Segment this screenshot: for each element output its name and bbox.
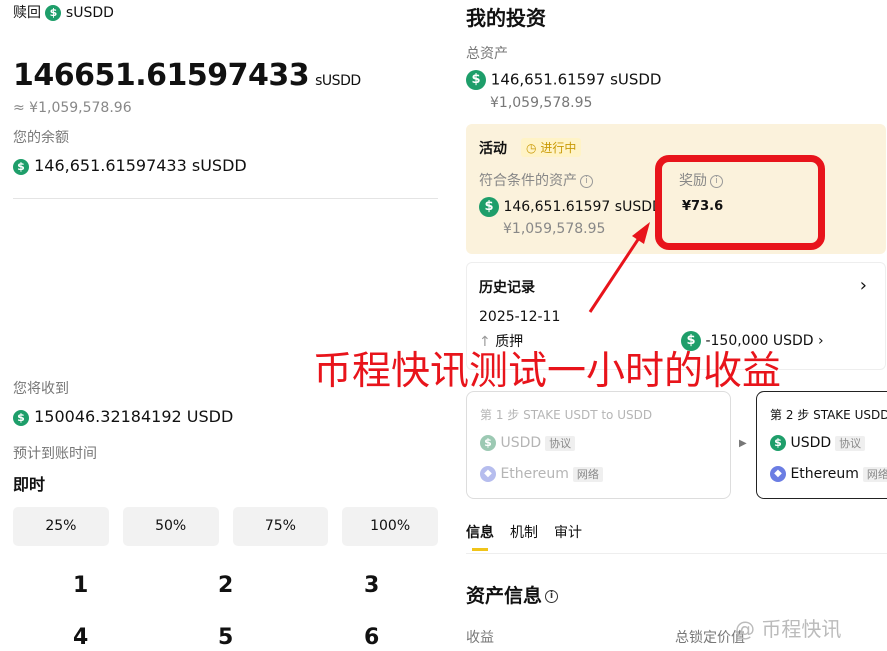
balance-value: $ 146,651.61597433 sUSDD: [13, 156, 247, 175]
receive-value: $ 150046.32184192 USDD: [13, 407, 233, 426]
history-date: 2025-12-11: [479, 309, 561, 325]
eta-label: 预计到账时间: [13, 446, 97, 462]
balance-amount: 146,651.61597433 sUSDD: [34, 156, 247, 175]
info-icon[interactable]: i: [580, 174, 593, 188]
step-1-token-text: USDD: [500, 435, 542, 451]
investment-panel: 我的投资 总资产 $ 146,651.61597 sUSDD ¥1,059,57…: [450, 0, 887, 651]
status-badge: ◷ 进行中: [521, 138, 582, 157]
protocol-tag: 协议: [545, 436, 576, 451]
status-text: 进行中: [540, 141, 577, 155]
keypad-key-4[interactable]: 4: [73, 625, 88, 650]
percent-50-button[interactable]: 50%: [122, 507, 219, 546]
susdd-coin-icon: $: [466, 70, 486, 90]
percent-100-button[interactable]: 100%: [342, 507, 438, 546]
percent-buttons: 25% 50% 75% 100%: [13, 507, 438, 546]
eligible-value: $ 146,651.61597 sUSDD: [479, 197, 663, 217]
tab-info[interactable]: 信息: [466, 522, 494, 551]
asset-info-title: 资产信息 i: [466, 581, 559, 608]
step-1-title: 第 1 步 STAKE USDT to USDD: [480, 408, 653, 422]
eligible-fiat: ¥1,059,578.95: [503, 221, 606, 237]
overlay-caption: 币程快讯测试一小时的收益: [313, 349, 782, 394]
page-title: 我的投资: [466, 6, 546, 30]
amount-fiat: ≈ ¥1,059,578.96: [13, 100, 132, 116]
divider: [13, 198, 438, 199]
watermark: @ 币程快讯: [735, 617, 842, 641]
history-title: 历史记录: [479, 280, 535, 296]
step-2-title: 第 2 步 STAKE USDD: [770, 408, 887, 422]
info-icon[interactable]: i: [545, 590, 559, 603]
step-2-network: ◆ Ethereum 网络: [770, 466, 887, 482]
usdd-coin-icon: $: [480, 435, 496, 451]
chevron-right-icon: ›: [818, 333, 824, 349]
eligible-label-text: 符合条件的资产: [479, 173, 577, 189]
chevron-right-icon[interactable]: ›: [860, 275, 867, 296]
total-assets-fiat: ¥1,059,578.95: [490, 95, 593, 111]
activity-title: 活动: [479, 141, 507, 157]
eligible-amount: 146,651.61597 sUSDD: [503, 199, 663, 215]
redeem-token: sUSDD: [65, 5, 114, 21]
step-2-network-text: Ethereum: [790, 466, 859, 482]
tab-mechanism[interactable]: 机制: [510, 522, 538, 551]
step-1-card[interactable]: 第 1 步 STAKE USDT to USDD $ USDD 协议 ◆ Ethe…: [466, 391, 731, 499]
redeem-label: 赎回: [13, 5, 41, 21]
step-2-token: $ USDD 协议: [770, 435, 866, 451]
tab-divider: [466, 553, 887, 554]
redeem-header: 赎回 $ sUSDD: [13, 2, 114, 22]
keypad-key-5[interactable]: 5: [218, 625, 233, 650]
percent-75-button[interactable]: 75%: [232, 507, 329, 546]
ethereum-icon: ◆: [770, 466, 786, 482]
receive-amount: 150046.32184192 USDD: [34, 407, 234, 426]
step-1-network-text: Ethereum: [500, 466, 569, 482]
step-1-token: $ USDD 协议: [480, 435, 576, 451]
susdd-coin-icon: $: [45, 5, 62, 21]
caret-right-icon: ▶: [739, 438, 747, 449]
usdd-coin-icon: $: [13, 409, 29, 426]
yield-label: 收益: [466, 630, 494, 646]
amount-value: 146651.61597433: [13, 58, 310, 93]
asset-info-title-text: 资产信息: [466, 585, 543, 607]
clock-icon: ◷: [526, 141, 537, 155]
percent-25-button[interactable]: 25%: [13, 507, 109, 546]
receive-label: 您将收到: [13, 381, 69, 397]
step-2-card[interactable]: 第 2 步 STAKE USDD $ USDD 协议 ◆ Ethereum 网络: [756, 391, 887, 499]
info-tabs: 信息 机制 审计: [466, 522, 582, 551]
balance-label: 您的余额: [13, 130, 69, 146]
keypad-key-1[interactable]: 1: [73, 573, 88, 598]
tab-audit[interactable]: 审计: [554, 522, 582, 551]
keypad-key-3[interactable]: 3: [364, 573, 379, 598]
eligible-label: 符合条件的资产 i: [479, 170, 593, 190]
redeem-panel: 赎回 $ sUSDD 146651.61597433 sUSDD ≈ ¥1,059…: [0, 0, 450, 651]
network-tag: 网络: [572, 467, 603, 482]
protocol-tag: 协议: [835, 436, 866, 451]
step-2-token-text: USDD: [790, 435, 832, 451]
keypad-key-6[interactable]: 6: [364, 625, 379, 650]
step-1-network: ◆ Ethereum 网络: [480, 466, 603, 482]
total-assets-amount: 146,651.61597 sUSDD: [490, 70, 662, 89]
network-tag: 网络: [862, 467, 887, 482]
usdd-coin-icon: $: [770, 435, 786, 451]
keypad-key-2[interactable]: 2: [218, 573, 233, 598]
total-assets-label: 总资产: [466, 46, 508, 62]
reward-highlight-box: [655, 155, 825, 250]
amount-unit: sUSDD: [315, 73, 361, 89]
ethereum-icon: ◆: [480, 466, 496, 482]
susdd-coin-icon: $: [479, 197, 499, 217]
amount-input[interactable]: 146651.61597433 sUSDD: [13, 58, 361, 93]
susdd-coin-icon: $: [13, 158, 29, 175]
eta-value: 即时: [13, 475, 46, 494]
total-assets-value: $ 146,651.61597 sUSDD: [466, 70, 661, 90]
